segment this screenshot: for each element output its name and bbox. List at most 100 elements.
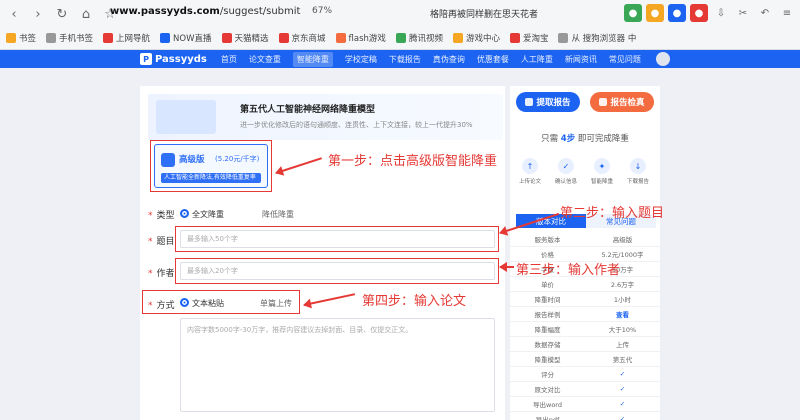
- nav-item-manual[interactable]: 人工降重: [521, 54, 553, 65]
- report-icon: [525, 98, 534, 106]
- bookmark-item[interactable]: 京东商城: [278, 32, 326, 44]
- refresh-icon[interactable]: ↻: [52, 4, 72, 24]
- get-report-button[interactable]: 提取报告: [516, 92, 580, 112]
- scissors-icon[interactable]: ✂: [734, 4, 752, 22]
- zoom-level[interactable]: 67%: [312, 6, 332, 16]
- required-mark: *: [148, 211, 153, 221]
- star-icon: [6, 33, 16, 43]
- step-upload: ↑ 上传论文: [512, 158, 548, 185]
- author-label: * 作者: [148, 269, 175, 279]
- forward-icon[interactable]: ›: [28, 4, 48, 24]
- shield-icon: [599, 98, 608, 106]
- site-logo[interactable]: P Passyyds: [140, 53, 207, 65]
- url-bar[interactable]: www.passyyds.com/suggest/submit: [110, 6, 300, 17]
- required-mark: *: [148, 269, 153, 279]
- nav-item-faq[interactable]: 常见问题: [609, 54, 641, 65]
- app-icon[interactable]: ●: [690, 4, 708, 22]
- vpn-icon[interactable]: ●: [668, 4, 686, 22]
- bookmark-item[interactable]: flash游戏: [335, 32, 386, 44]
- magic-icon: ✦: [594, 158, 610, 174]
- highlight-box-method: [142, 290, 300, 314]
- table-row: 降重幅度 大于10%: [510, 322, 660, 337]
- annotation-step4: 第四步：输入论文: [362, 294, 467, 309]
- table-row: 报告样例 查看: [510, 307, 660, 322]
- nav-item-check[interactable]: 论文查重: [249, 54, 281, 65]
- nav-item-verify[interactable]: 真伪查询: [433, 54, 465, 65]
- table-row: 评分 ✓: [510, 367, 660, 382]
- annotation-step1: 第一步：点击高级版智能降重: [328, 154, 498, 169]
- bookmarks-bar: 书签 手机书签 上网导航 NOW直播 天猫精选 京东商城 flash游戏 腾讯视…: [0, 28, 800, 48]
- check-icon: ✓: [619, 370, 626, 378]
- type-option-reduce[interactable]: 降低降重: [262, 209, 294, 220]
- site-icon: [335, 33, 346, 43]
- step-download: ↓ 下载报告: [620, 158, 656, 185]
- url-path: /suggest/submit: [219, 6, 301, 17]
- browser-toolbar: ● ● ● ● ⇩ ✂ ↶ ≡: [624, 4, 796, 22]
- table-row: 服务版本 高级版: [510, 232, 660, 247]
- undo-icon[interactable]: ↶: [756, 4, 774, 22]
- site-icon: [103, 33, 114, 43]
- site-icon: [509, 33, 520, 43]
- bookmark-item[interactable]: NOW直播: [160, 32, 212, 44]
- nav-item-download[interactable]: 下载报告: [389, 54, 421, 65]
- type-option-full[interactable]: 全文降重: [192, 209, 224, 220]
- folder-icon: [46, 33, 57, 43]
- banner-subtitle: 进一步优化修改后的语句通顺度、连贯性、上下文连接，较上一代提升30%: [240, 121, 473, 129]
- table-row: 导出pdf ✓: [510, 412, 660, 420]
- side-panel: 提取报告 报告检真 只需 4步 即可完成降重 ↑ 上传论文 ✓ 确认信息 ✦ 智能降重…: [510, 86, 660, 420]
- folder-icon: [558, 33, 569, 43]
- highlight-box-title: [175, 226, 499, 252]
- nav-item-packages[interactable]: 优惠套餐: [477, 54, 509, 65]
- nav-item-news[interactable]: 新闻资讯: [565, 54, 597, 65]
- nav-item-reduce[interactable]: 智能降重: [292, 51, 333, 67]
- table-row: 单价 2.6万字: [510, 277, 660, 292]
- table-row: 数据存储 上传: [510, 337, 660, 352]
- bookmark-item[interactable]: 腾讯视频: [395, 32, 443, 44]
- download-icon: ↓: [630, 158, 646, 174]
- table-row: 导出word ✓: [510, 397, 660, 412]
- verify-report-button[interactable]: 报告检真: [590, 92, 654, 112]
- site-icon: [278, 33, 289, 43]
- banner-title: 第五代人工智能神经网络降重模型: [240, 105, 376, 115]
- site-nav: P Passyyds 首页 论文查重 智能降重 学校定稿 下载报告 真伪查询 优惠…: [0, 50, 800, 68]
- bookmark-item[interactable]: 天猫精选: [221, 32, 269, 44]
- arrow-step3: [499, 262, 514, 272]
- step-confirm: ✓ 确认信息: [548, 158, 584, 185]
- bookmark-item[interactable]: 手机书签: [46, 32, 93, 44]
- site-icon: [395, 33, 406, 43]
- model-banner: 第五代人工智能神经网络降重模型 进一步优化修改后的语句通顺度、连贯性、上下文连接…: [148, 94, 503, 140]
- check-icon: ✓: [558, 158, 574, 174]
- content-textarea[interactable]: 内容字数5000字-30万字，推荐内容建议去掉封面、目录、仅提交正文。: [180, 318, 495, 412]
- highlight-box-author: [175, 258, 499, 284]
- highlight-box-card: [150, 140, 272, 192]
- download-icon[interactable]: ⇩: [712, 4, 730, 22]
- menu-icon[interactable]: ≡: [778, 4, 796, 22]
- bookmark-item[interactable]: 从 搜狗浏览器 中: [558, 32, 636, 44]
- table-row: 降重模型 第五代: [510, 352, 660, 367]
- check-icon: ✓: [619, 415, 626, 420]
- extension-icon[interactable]: ●: [624, 4, 642, 22]
- game-icon[interactable]: ●: [646, 4, 664, 22]
- home-icon[interactable]: ⌂: [76, 4, 96, 24]
- nav-item-home[interactable]: 首页: [221, 54, 237, 65]
- bookmark-item[interactable]: 爱淘宝: [509, 32, 548, 44]
- nav-item-school[interactable]: 学校定稿: [345, 54, 377, 65]
- back-icon[interactable]: ‹: [4, 4, 24, 24]
- annotation-step3: 第三步：输入作者: [516, 263, 621, 278]
- table-row: 原文对比 ✓: [510, 382, 660, 397]
- bookmark-item[interactable]: 上网导航: [103, 32, 150, 44]
- check-icon: ✓: [619, 400, 626, 408]
- main-panel: 第五代人工智能神经网络降重模型 进一步优化修改后的语句通顺度、连贯性、上下文连接…: [140, 86, 505, 420]
- site-icon: [221, 33, 232, 43]
- logo-icon: P: [140, 53, 152, 65]
- url-domain: www.passyyds.com: [110, 6, 220, 17]
- upload-icon: ↑: [522, 158, 538, 174]
- type-label: * 类型: [148, 211, 175, 221]
- avatar[interactable]: [656, 52, 670, 66]
- tab-title[interactable]: 格陪再被同样删在思天花者: [430, 7, 538, 20]
- table-row: 降重时间 1小时: [510, 292, 660, 307]
- title-label: * 题目: [148, 237, 175, 247]
- bookmark-item[interactable]: 游戏中心: [452, 32, 500, 44]
- bookmark-item[interactable]: 书签: [6, 32, 36, 44]
- type-radio-full[interactable]: [180, 209, 189, 218]
